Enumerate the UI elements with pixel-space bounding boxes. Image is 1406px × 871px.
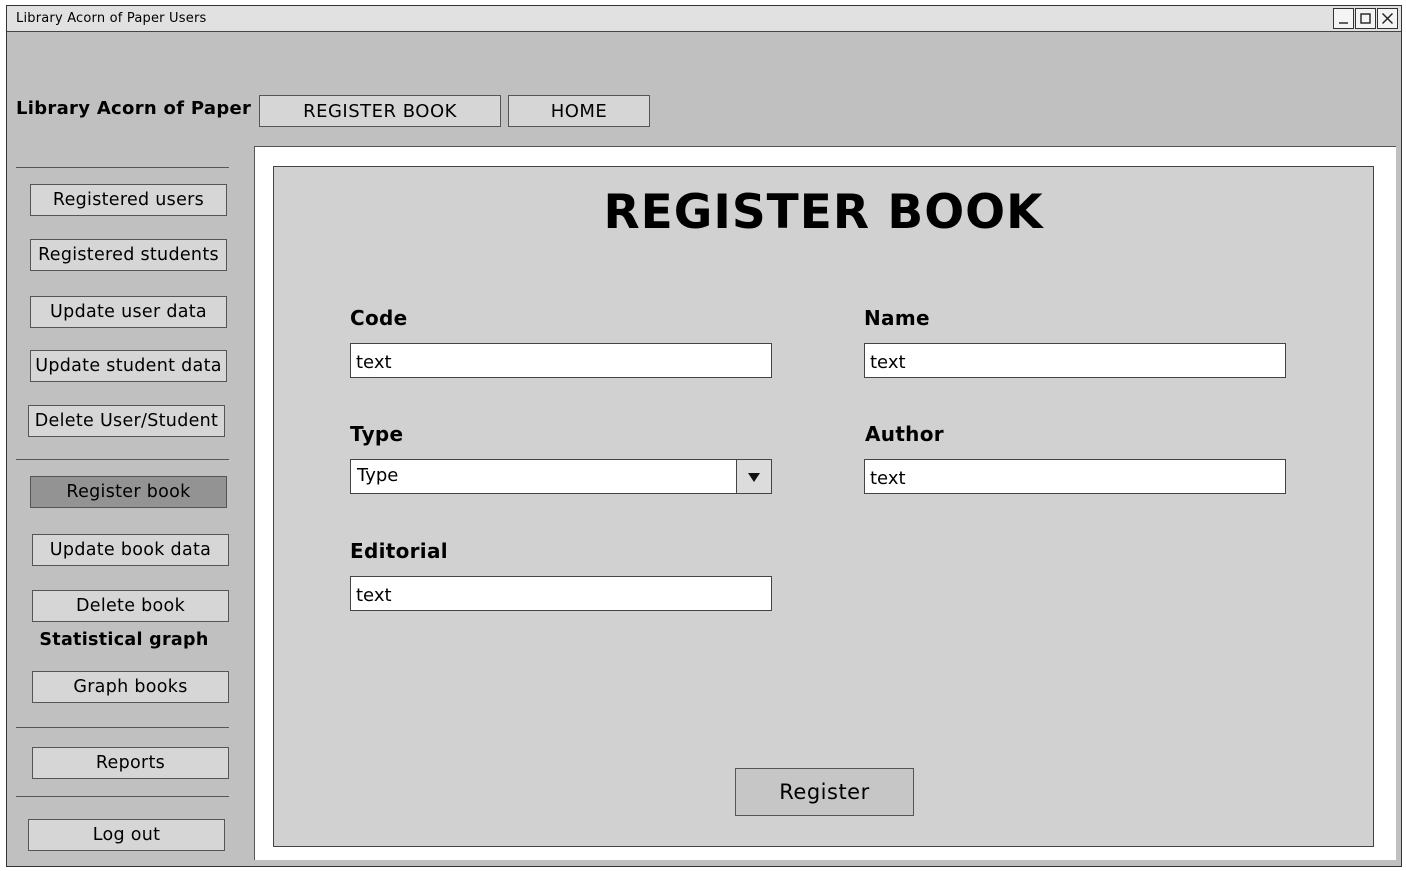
- sidebar-item-delete-book[interactable]: Delete book: [32, 590, 229, 622]
- minimize-icon[interactable]: [1333, 8, 1354, 29]
- app-title: Library Acorn of Paper: [16, 98, 252, 119]
- sidebar-statistical-heading: Statistical graph: [39, 630, 209, 650]
- type-select-value: Type: [357, 465, 399, 486]
- sidebar-item-registered-students[interactable]: Registered students: [30, 239, 227, 271]
- type-select[interactable]: Type: [350, 459, 772, 494]
- sidebar-divider: [16, 796, 229, 797]
- nav-home-button[interactable]: HOME: [508, 95, 650, 127]
- form-panel: [273, 166, 1374, 847]
- sidebar-divider: [16, 459, 229, 460]
- sidebar-divider: [16, 167, 229, 168]
- chevron-down-icon[interactable]: [736, 460, 771, 493]
- sidebar-item-delete-user-student[interactable]: Delete User/Student: [28, 405, 225, 437]
- nav-register-book-button[interactable]: REGISTER BOOK: [259, 95, 501, 127]
- code-input[interactable]: [350, 343, 772, 378]
- sidebar-item-registered-users[interactable]: Registered users: [30, 184, 227, 216]
- sidebar-item-reports[interactable]: Reports: [32, 747, 229, 779]
- type-label: Type: [350, 422, 404, 446]
- sidebar-divider: [16, 727, 229, 728]
- window-title: Library Acorn of Paper Users: [16, 11, 207, 26]
- name-input[interactable]: [864, 343, 1286, 378]
- page-title: REGISTER BOOK: [603, 185, 1044, 240]
- name-label: Name: [864, 306, 930, 330]
- title-bar: Library Acorn of Paper Users: [7, 6, 1401, 32]
- register-button[interactable]: Register: [735, 768, 914, 816]
- author-label: Author: [865, 422, 944, 446]
- editorial-label: Editorial: [350, 539, 448, 563]
- maximize-icon[interactable]: [1355, 8, 1376, 29]
- code-label: Code: [350, 306, 408, 330]
- author-input[interactable]: [864, 459, 1286, 494]
- sidebar-item-register-book[interactable]: Register book: [30, 476, 227, 508]
- window-controls: [1333, 8, 1398, 29]
- sidebar-item-update-student-data[interactable]: Update student data: [30, 350, 227, 382]
- sidebar-item-update-book-data[interactable]: Update book data: [32, 534, 229, 566]
- close-icon[interactable]: [1377, 8, 1398, 29]
- sidebar-item-log-out[interactable]: Log out: [28, 819, 225, 851]
- editorial-input[interactable]: [350, 576, 772, 611]
- sidebar-item-update-user-data[interactable]: Update user data: [30, 296, 227, 328]
- sidebar-item-graph-books[interactable]: Graph books: [32, 671, 229, 703]
